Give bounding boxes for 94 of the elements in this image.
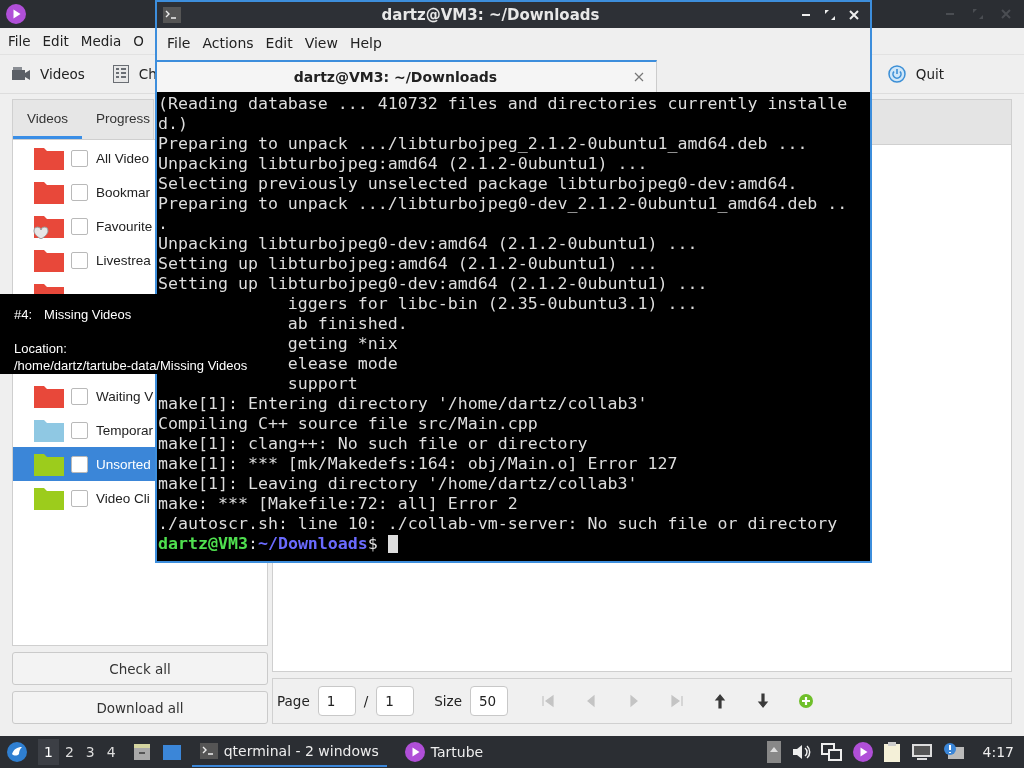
output-line: elease mode	[287, 354, 398, 374]
menu-item[interactable]: File	[2, 33, 37, 49]
prompt-path: ~/Downloads	[257, 534, 368, 554]
action-button[interactable]: Check all	[12, 652, 268, 685]
checkbox[interactable]	[71, 183, 88, 201]
output-line: Preparing to unpack .../libturbojpeg0-dev_2.1.2-0ubuntu1_amd64.deb ..	[158, 194, 848, 214]
size-field[interactable]: 50	[469, 686, 508, 716]
terminal-icon	[163, 7, 181, 23]
checkbox[interactable]	[71, 489, 88, 507]
terminal-icon	[199, 743, 218, 759]
eject-icon[interactable]	[766, 741, 781, 763]
menu-item[interactable]: Edit	[36, 33, 75, 49]
output-line: make[1]: Leaving directory '/home/dartz/collab3'	[158, 474, 638, 494]
play-icon	[404, 742, 425, 762]
prompt-user: dartz@VM3	[158, 534, 248, 554]
start-menu-icon[interactable]	[6, 741, 28, 763]
list-icon	[112, 65, 129, 83]
quit-button[interactable]: Quit	[887, 65, 944, 83]
output-line: Selecting previously unselected package libturbojpeg0-dev:amd64.	[158, 174, 798, 194]
menu-item[interactable]: Actions	[196, 35, 260, 51]
checkbox[interactable]	[71, 251, 88, 269]
output-line: Preparing to unpack .../libturbojpeg_2.1.2-0ubuntu1_amd64.deb ...	[158, 134, 808, 154]
checkbox[interactable]	[71, 455, 88, 473]
menu-item[interactable]: Media	[74, 33, 128, 49]
window-title: dartz@VM3: ~/Downloads	[380, 6, 601, 24]
folder-row[interactable]: Favourite	[13, 209, 155, 243]
output-line: Setting up libturbojpeg:amd64 (2.1.2-0ubuntu1) ...	[158, 254, 658, 274]
folder-row[interactable]: Bookmar	[13, 175, 155, 209]
maximize-icon[interactable]	[824, 9, 836, 21]
location-path: /home/dartz/tartube-data/Missing Videos	[14, 357, 249, 374]
menu-item[interactable]: View	[298, 35, 344, 51]
folder-row[interactable]: Unsorted	[13, 447, 155, 481]
output-line: (Reading database ... 410732 files and directories currently installe	[158, 94, 848, 114]
terminal-tab[interactable]: dartz@VM3: ~/Downloads	[157, 60, 657, 92]
prompt-separator: :	[247, 534, 258, 554]
desktop-switch[interactable]: 4	[100, 739, 122, 765]
folder-row[interactable]: Temporar	[13, 413, 155, 447]
location-label: Location:	[14, 340, 68, 357]
folder-title: Missing Videos	[44, 306, 132, 323]
app-logo-icon	[6, 4, 26, 24]
output-line: make[1]: Entering directory '/home/dartz/collab3'	[158, 394, 648, 414]
output-line: iggers for libc-bin (2.35-0ubuntu3.1) ...	[287, 294, 698, 314]
notification-icon[interactable]	[942, 742, 965, 762]
output-line: Compiling C++ source file src/Main.cpp	[158, 414, 538, 434]
desktop-switch[interactable]: 1	[38, 739, 59, 765]
output-line: make[1]: clang++: No such file or directory	[158, 434, 588, 454]
output-line: ./autoscr.sh: line 10: ./collab-vm-server: No such file or directory	[158, 514, 838, 534]
taskbar-task[interactable]: qterminal - 2 windows	[191, 737, 387, 767]
output-line: d.)	[158, 114, 188, 134]
output-line: make: *** [Makefile:72: all] Error 2	[158, 494, 518, 514]
text-cursor	[387, 535, 398, 553]
checkbox[interactable]	[71, 217, 88, 235]
desktop-icon[interactable]	[161, 742, 182, 762]
folder-row[interactable]: Livestrea	[13, 243, 155, 277]
checkbox[interactable]	[71, 387, 88, 405]
video-camera-icon	[12, 67, 30, 81]
output-line: support	[287, 374, 358, 394]
output-line: Unpacking libturbojpeg:amd64 (2.1.2-0ubuntu1) ...	[158, 154, 648, 174]
folder-row[interactable]: All Video	[13, 141, 155, 175]
prompt-sign: $	[367, 534, 378, 554]
play-icon[interactable]	[852, 742, 873, 762]
desktop-switch[interactable]: 2	[58, 739, 80, 765]
output-line: Setting up libturbojpeg0-dev:amd64 (2.1.2-0ubuntu1) ...	[158, 274, 708, 294]
tab[interactable]: Progress	[82, 101, 155, 139]
action-button[interactable]: Download all	[12, 691, 268, 724]
folder-number: #4:	[14, 306, 33, 323]
output-line: .	[158, 214, 168, 234]
page-field[interactable]: 1	[317, 686, 356, 716]
desktop-switch[interactable]: 3	[79, 739, 101, 765]
taskbar-task[interactable]: Tartube	[396, 737, 492, 767]
output-line: Unpacking libturbojpeg0-dev:amd64 (2.1.2-0ubuntu1) ...	[158, 234, 698, 254]
menu-item[interactable]: Edit	[259, 35, 299, 51]
toolbar-button[interactable]: Videos	[12, 66, 85, 82]
folder-row[interactable]: Waiting V	[13, 379, 155, 413]
speaker-icon[interactable]	[790, 743, 811, 761]
page-label: Page	[277, 693, 310, 709]
clipboard-icon[interactable]	[882, 741, 901, 763]
menu-item[interactable]: Help	[343, 35, 388, 51]
power-icon	[887, 65, 906, 83]
page-count-field[interactable]: 1	[376, 686, 415, 716]
menu-item[interactable]: O	[127, 33, 150, 49]
folder-row[interactable]: Video Cli	[13, 481, 155, 515]
checkbox[interactable]	[71, 421, 88, 439]
output-line: geting *nix	[287, 334, 398, 354]
size-label: Size	[434, 693, 462, 709]
output-line: make[1]: *** [mk/Makedefs:164: obj/Main.o] Error 127	[158, 454, 678, 474]
file-cabinet-icon[interactable]	[131, 742, 152, 762]
page-separator: /	[363, 693, 369, 709]
output-line: ab finished.	[287, 314, 408, 334]
add-icon[interactable]	[797, 693, 814, 709]
monitor-icon[interactable]	[910, 742, 933, 762]
checkbox[interactable]	[71, 149, 88, 167]
clock: 4:17	[982, 744, 1014, 760]
menu-item[interactable]: File	[161, 35, 197, 51]
